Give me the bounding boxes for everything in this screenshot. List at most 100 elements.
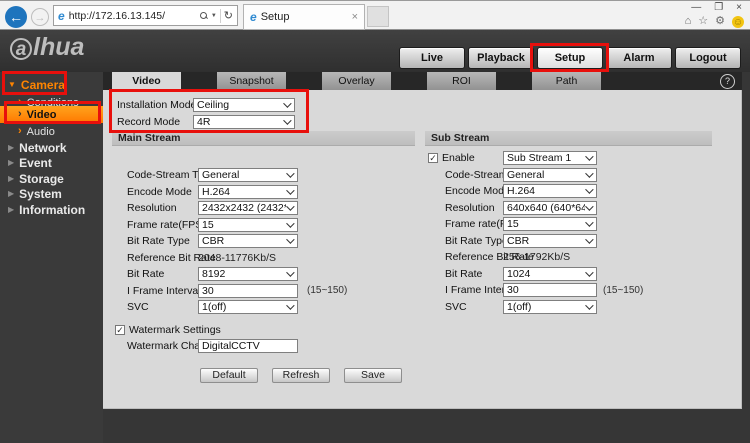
tab-snapshot[interactable]: Snapshot [217, 72, 286, 90]
nav-alarm-button[interactable]: Alarm [606, 47, 672, 69]
feedback-smiley-icon[interactable]: ☺ [732, 15, 744, 28]
nav-live-button[interactable]: Live [399, 47, 465, 69]
sidebar-item-audio[interactable]: › Audio [0, 124, 103, 139]
nav-playback-button[interactable]: Playback [468, 47, 534, 69]
main-frame-rate-label: Frame rate(FPS) [127, 218, 206, 231]
sub-enable-checkbox[interactable]: ✓ [428, 153, 438, 164]
logo-text: lhua [33, 33, 85, 61]
main-svc-label: SVC [127, 301, 149, 314]
tab-overlay[interactable]: Overlay [322, 72, 391, 90]
browser-tab-setup[interactable]: e Setup × [243, 4, 365, 30]
back-arrow-icon: ← [9, 9, 23, 25]
refresh-icon[interactable]: ↻ [224, 9, 233, 22]
url-text: http://172.16.13.145/ [68, 9, 166, 22]
tab-path[interactable]: Path [532, 72, 601, 90]
sub-i-frame-interval-input[interactable] [503, 283, 597, 298]
save-button[interactable]: Save [344, 368, 402, 383]
sub-bit-rate-label: Bit Rate [445, 267, 483, 280]
forward-arrow-icon: → [34, 12, 46, 24]
restore-icon[interactable]: ❐ [714, 2, 723, 14]
ie-tab-icon: e [250, 10, 257, 24]
search-dropdown-icon[interactable]: ▼ [211, 13, 217, 19]
installation-mode-select[interactable]: Ceiling [193, 97, 295, 112]
main-bit-rate-type-select[interactable]: CBR [198, 234, 298, 249]
main-encode-mode-label: Encode Mode [127, 185, 192, 198]
sidebar-item-system[interactable]: ▶ System [0, 187, 103, 203]
main-nav: Live Playback Setup Alarm Logout [399, 47, 741, 69]
browser-quick-icons: ⌂ ☆ ⚙ ☺ [685, 15, 744, 28]
main-frame-rate-select[interactable]: 15 [198, 217, 298, 232]
main-encode-mode-select[interactable]: H.264 [198, 184, 298, 199]
help-icon[interactable]: ? [720, 74, 735, 89]
tab-video[interactable]: Video [112, 72, 181, 90]
chevron-down-icon [283, 98, 292, 108]
address-bar[interactable]: e http://172.16.13.145/ ▼ ↻ [53, 5, 238, 26]
main-reference-bit-rate-value: 2048-11776Kb/S [198, 251, 277, 264]
sub-code-stream-type-select[interactable]: General [503, 167, 597, 182]
refresh-button[interactable]: Refresh [272, 368, 330, 383]
new-tab-button[interactable] [367, 6, 389, 27]
logo-a-circle: a [10, 38, 32, 60]
chevron-down-icon [585, 202, 594, 211]
sidebar-item-information[interactable]: ▶ Information [0, 202, 103, 218]
sub-bit-rate-select[interactable]: 1024 [503, 266, 597, 281]
home-icon[interactable]: ⌂ [685, 15, 692, 28]
watermark-character-input[interactable] [198, 339, 298, 354]
main-code-stream-type-select[interactable]: General [198, 168, 298, 183]
record-mode-row: Record Mode 4R [103, 113, 423, 130]
sidebar-item-camera[interactable]: ▼ Camera [0, 75, 103, 95]
dahua-setup-screen: ← → e http://172.16.13.145/ ▼ ↻ e Setup … [0, 0, 750, 443]
sidebar-item-storage[interactable]: ▶ Storage [0, 171, 103, 187]
nav-logout-button[interactable]: Logout [675, 47, 741, 69]
browser-forward-button[interactable]: → [31, 8, 49, 26]
chevron-down-icon [286, 268, 295, 278]
triangle-down-icon: ▼ [8, 80, 16, 89]
sidebar-item-video[interactable]: › Video [0, 106, 103, 123]
sub-resolution-select[interactable]: 640x640 (640*640) [503, 200, 597, 215]
chevron-down-icon [286, 301, 295, 311]
triangle-right-icon: ▶ [8, 189, 15, 199]
tab-bar: Video Snapshot Overlay ROI Path ? [103, 72, 742, 90]
browser-back-button[interactable]: ← [5, 6, 27, 28]
main-svc-select[interactable]: 1(off) [198, 300, 298, 315]
sidebar-information-label: Information [19, 202, 86, 217]
dahua-logo: alhua TECHNOLOGY [10, 33, 105, 81]
nav-setup-button[interactable]: Setup [537, 47, 603, 69]
record-mode-select[interactable]: 4R [193, 114, 295, 129]
sub-enable-label: Enable [442, 152, 475, 165]
chevron-right-icon: › [18, 125, 22, 137]
sub-frame-rate-select[interactable]: 15 [503, 217, 597, 232]
sub-resolution-label: Resolution [445, 201, 495, 214]
close-tab-icon[interactable]: × [352, 11, 358, 23]
tab-roi[interactable]: ROI [427, 72, 496, 90]
sub-bit-rate-type-select[interactable]: CBR [503, 233, 597, 248]
gear-icon[interactable]: ⚙ [715, 15, 725, 28]
triangle-right-icon: ▶ [8, 142, 15, 152]
sidebar-audio-label: Audio [26, 125, 55, 138]
chevron-down-icon [585, 268, 594, 277]
sidebar-item-event[interactable]: ▶ Event [0, 156, 103, 172]
default-button[interactable]: Default [200, 368, 258, 383]
minimize-icon[interactable]: — [691, 2, 701, 14]
sub-stream-number-select[interactable]: Sub Stream 1 [503, 151, 597, 166]
main-stream-title: Main Stream [112, 131, 415, 146]
chevron-down-icon [283, 115, 292, 125]
watermark-settings-checkbox[interactable]: ✓ [115, 324, 125, 335]
sidebar-item-network[interactable]: ▶ Network [0, 140, 103, 156]
main-bit-rate-select[interactable]: 8192 [198, 267, 298, 282]
sub-encode-mode-select[interactable]: H.264 [503, 184, 597, 199]
sidebar: ▼ Camera › Conditions › Video › Audio ▶ … [0, 72, 103, 443]
installation-mode-row: Installation Mode Ceiling [103, 96, 423, 113]
triangle-right-icon: ▶ [8, 204, 15, 214]
main-resolution-select[interactable]: 2432x2432 (2432*2432) [198, 201, 298, 216]
main-i-frame-interval-label: I Frame Interval [127, 284, 201, 297]
favorites-star-icon[interactable]: ☆ [698, 15, 708, 28]
panel-body: Installation Mode Ceiling Record Mode 4R [103, 90, 742, 409]
close-window-icon[interactable]: × [736, 2, 742, 14]
sub-stream-title: Sub Stream [425, 131, 712, 146]
sub-encode-mode-label: Encode Mode [445, 185, 510, 198]
sub-svc-select[interactable]: 1(off) [503, 299, 597, 314]
watermark-settings-label: Watermark Settings [129, 323, 221, 336]
search-icon[interactable] [199, 11, 208, 20]
main-i-frame-interval-input[interactable] [198, 283, 298, 298]
